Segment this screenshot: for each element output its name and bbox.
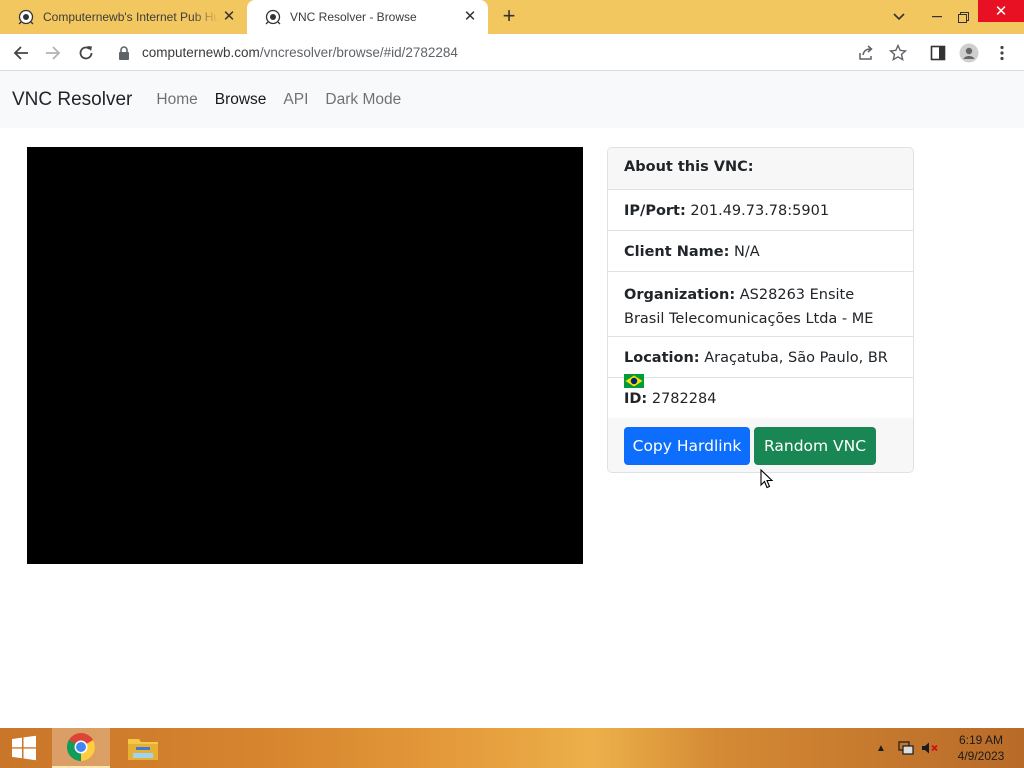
ip-port-row: IP/Port: 201.49.73.78:5901: [608, 190, 913, 231]
nav-link-api[interactable]: API: [283, 91, 308, 109]
vnc-info-card: About this VNC: IP/Port: 201.49.73.78:59…: [607, 147, 914, 473]
nav-link-home[interactable]: Home: [156, 91, 197, 109]
card-footer: Copy Hardlink Random VNC: [608, 418, 913, 472]
clock-time: 6:19 AM: [958, 733, 1004, 747]
file-explorer-taskbar-icon[interactable]: [114, 728, 172, 768]
system-clock[interactable]: 6:19 AM 4/9/2023: [946, 732, 1016, 764]
site-navbar: VNC Resolver Home Browse API Dark Mode: [0, 71, 1024, 128]
windows-taskbar: ▲ 6:19 AM 4/9/2023: [0, 728, 1024, 768]
vnc-favicon-icon: [265, 9, 281, 25]
url-path: /vncresolver/browse/#id/2782284: [259, 45, 458, 60]
card-header: About this VNC:: [608, 148, 913, 190]
ip-port-value: 201.49.73.78:5901: [690, 203, 830, 219]
client-name-row: Client Name: N/A: [608, 231, 913, 272]
show-hidden-icons-icon[interactable]: ▲: [874, 728, 888, 768]
copy-hardlink-button[interactable]: Copy Hardlink: [624, 427, 750, 465]
volume-muted-icon[interactable]: [920, 728, 940, 768]
profile-avatar-icon[interactable]: [959, 43, 979, 63]
more-menu-icon[interactable]: [992, 43, 1012, 63]
side-panel-icon[interactable]: [928, 43, 948, 63]
client-name-value: N/A: [734, 244, 760, 260]
vnc-favicon-icon: [18, 9, 34, 25]
close-tab-icon[interactable]: ✕: [221, 9, 237, 25]
windows-start-icon[interactable]: [0, 728, 48, 768]
browser-tab-bar: Computernewb's Internet Pub Hub ✕ VNC Re…: [0, 0, 1024, 34]
url-text: computernewb.com/vncresolver/browse/#id/…: [142, 45, 458, 60]
clock-date: 4/9/2023: [957, 749, 1005, 763]
forward-arrow-icon[interactable]: [40, 40, 66, 66]
mouse-cursor-icon: [760, 469, 774, 489]
share-icon[interactable]: [857, 44, 875, 62]
tab-title: Computernewb's Internet Pub Hub: [43, 10, 219, 24]
brand-link[interactable]: VNC Resolver: [12, 89, 132, 111]
tab-title: VNC Resolver - Browse: [290, 10, 417, 24]
vnc-screenshot: [27, 147, 583, 564]
network-icon[interactable]: [896, 728, 916, 768]
url-bar[interactable]: computernewb.com/vncresolver/browse/#id/…: [107, 38, 921, 67]
new-tab-icon[interactable]: +: [498, 5, 520, 28]
chrome-taskbar-icon[interactable]: [52, 728, 110, 768]
close-window-icon[interactable]: ✕: [978, 0, 1024, 22]
id-label: ID:: [624, 391, 648, 407]
id-row: ID: 2782284: [608, 378, 913, 419]
nav-link-browse[interactable]: Browse: [215, 91, 267, 109]
location-label: Location:: [624, 350, 700, 366]
reload-icon[interactable]: [73, 40, 99, 66]
client-name-label: Client Name:: [624, 244, 730, 260]
random-vnc-button[interactable]: Random VNC: [754, 427, 876, 465]
tab-internet-pub-hub[interactable]: Computernewb's Internet Pub Hub ✕: [0, 0, 247, 34]
close-tab-icon[interactable]: ✕: [462, 9, 478, 25]
ip-port-label: IP/Port:: [624, 203, 686, 219]
nav-link-dark-mode[interactable]: Dark Mode: [325, 91, 401, 109]
brazil-flag-icon: [624, 372, 644, 388]
organization-label: Organization:: [624, 287, 736, 303]
location-row: Location: Araçatuba, São Paulo, BR: [608, 337, 913, 388]
id-value: 2782284: [651, 391, 717, 407]
organization-row: Organization: AS28263 Ensite Brasil Tele…: [608, 272, 913, 337]
back-arrow-icon[interactable]: [8, 40, 34, 66]
url-host: computernewb.com: [142, 45, 260, 60]
tab-vnc-resolver[interactable]: VNC Resolver - Browse ✕: [247, 0, 488, 34]
location-value: Araçatuba, São Paulo, BR: [704, 350, 888, 366]
bookmark-star-icon[interactable]: [888, 43, 908, 62]
browser-toolbar: computernewb.com/vncresolver/browse/#id/…: [0, 34, 1024, 71]
lock-icon[interactable]: [118, 45, 132, 60]
